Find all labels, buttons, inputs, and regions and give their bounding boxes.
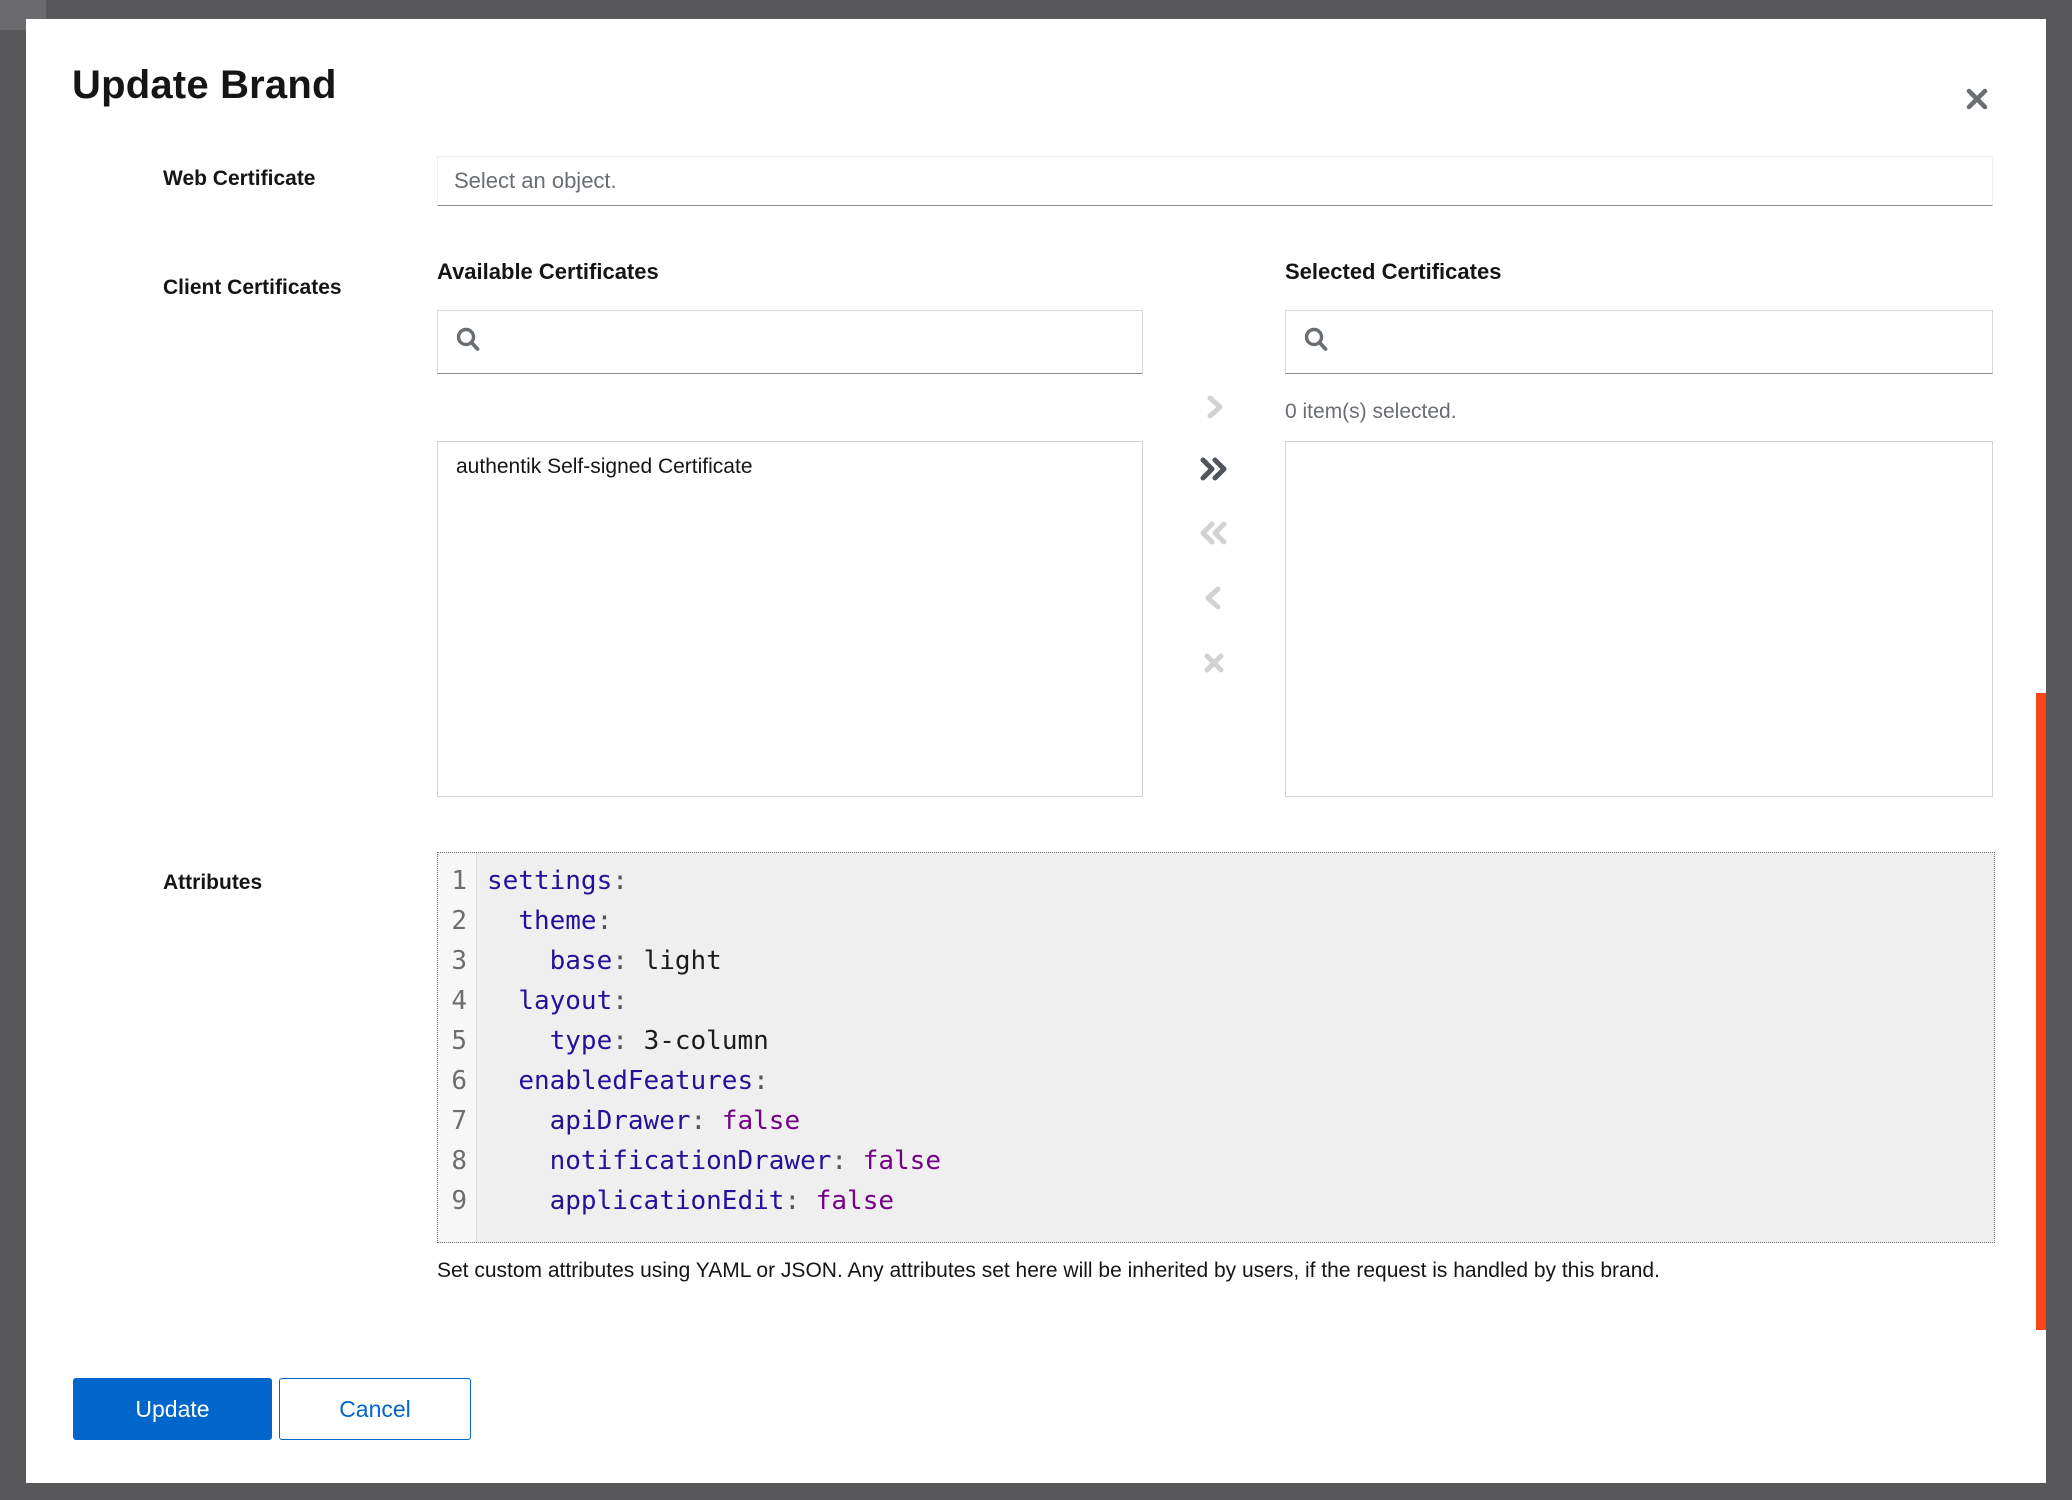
double-chevron-left-icon [1195, 516, 1233, 553]
x-icon [1197, 646, 1231, 683]
double-chevron-right-icon [1195, 452, 1233, 489]
attributes-help-text: Set custom attributes using YAML or JSON… [437, 1259, 1660, 1283]
x-icon [1962, 84, 1992, 117]
editor-gutter: 123456789 [438, 853, 477, 1242]
cancel-button[interactable]: Cancel [279, 1378, 471, 1440]
add-selected-button[interactable] [1189, 383, 1239, 433]
modal-scrollbar-thumb[interactable] [2036, 693, 2046, 1330]
web-certificate-input[interactable] [437, 156, 1993, 206]
clear-selection-button[interactable] [1189, 639, 1239, 689]
selected-count-status: 0 item(s) selected. [1285, 400, 1457, 424]
web-certificate-label: Web Certificate [163, 167, 316, 191]
add-all-button[interactable] [1189, 445, 1239, 495]
selected-certificates-list[interactable] [1285, 441, 1993, 797]
chevron-left-icon [1197, 581, 1231, 618]
editor-code: settings: theme: base: light layout: typ… [478, 853, 1994, 1221]
remove-all-button[interactable] [1189, 509, 1239, 559]
available-certificates-heading: Available Certificates [437, 259, 659, 285]
search-icon [454, 326, 482, 359]
available-certificates-list[interactable]: authentik Self-signed Certificate [437, 441, 1143, 797]
attributes-label: Attributes [163, 871, 262, 895]
search-icon [1302, 326, 1330, 359]
available-search-box [437, 310, 1143, 374]
close-button[interactable] [1954, 77, 2000, 123]
chevron-right-icon [1197, 390, 1231, 427]
client-certificates-label: Client Certificates [163, 276, 342, 300]
modal-title: Update Brand [72, 63, 337, 108]
modal-backdrop: Update Brand Web Certificate Client Cert… [0, 0, 2072, 1500]
remove-selected-button[interactable] [1189, 574, 1239, 624]
certificate-option[interactable]: authentik Self-signed Certificate [438, 442, 1142, 492]
selected-certificates-heading: Selected Certificates [1285, 259, 1501, 285]
attributes-code-editor[interactable]: 123456789 settings: theme: base: light l… [437, 852, 1995, 1243]
selected-search-input[interactable] [1344, 311, 1976, 373]
available-search-input[interactable] [496, 311, 1126, 373]
update-brand-modal: Update Brand Web Certificate Client Cert… [26, 19, 2046, 1483]
selected-search-box [1285, 310, 1993, 374]
update-button[interactable]: Update [73, 1378, 272, 1440]
